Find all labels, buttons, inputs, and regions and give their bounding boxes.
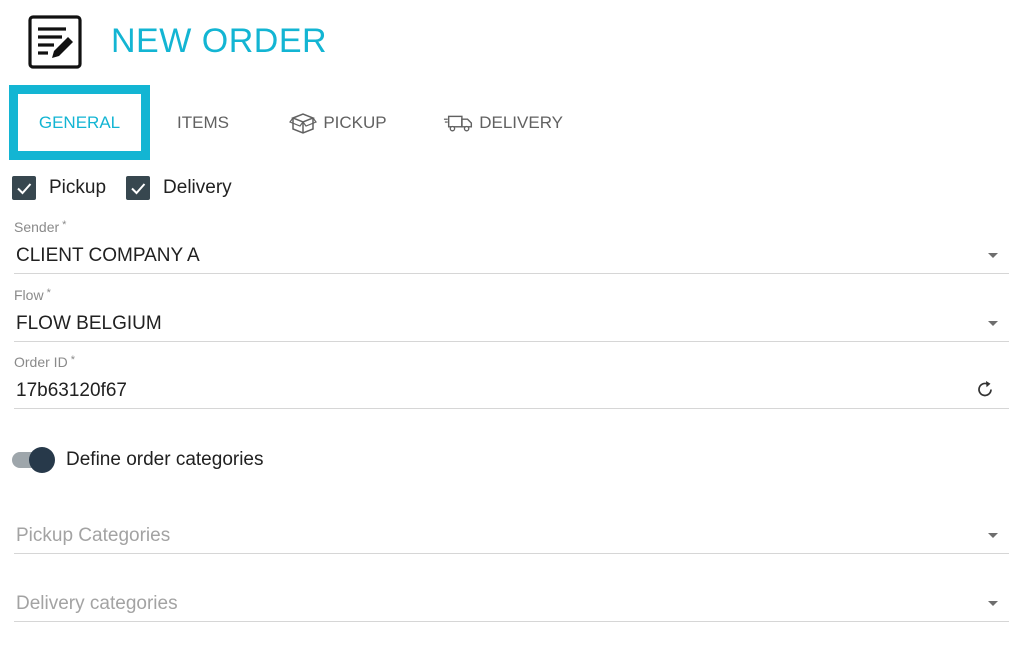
pickup-checkbox-label: Pickup: [49, 177, 107, 198]
sender-label-text: Sender: [14, 219, 60, 235]
tab-delivery[interactable]: DELIVERY: [443, 85, 563, 160]
tab-delivery-label: DELIVERY: [479, 112, 563, 132]
tab-items-label: ITEMS: [177, 112, 229, 132]
checkmark-icon: [17, 183, 32, 195]
refresh-icon[interactable]: [975, 379, 995, 399]
checkmark-icon: [131, 183, 146, 195]
flow-label: Flow *: [14, 287, 51, 303]
sender-select[interactable]: Sender * CLIENT COMPANY A: [14, 217, 1009, 274]
delivery-categories-select[interactable]: Delivery categories: [14, 588, 1009, 622]
flow-value: FLOW BELGIUM: [16, 313, 162, 334]
order-id-label: Order ID *: [14, 354, 75, 370]
order-id-value: 17b63120f67: [16, 380, 127, 401]
required-marker: *: [46, 287, 51, 299]
tab-items[interactable]: ITEMS: [167, 85, 239, 160]
pickup-checkbox[interactable]: [12, 176, 36, 200]
tab-general[interactable]: GENERAL: [9, 85, 150, 160]
required-marker: *: [62, 219, 67, 231]
required-marker: *: [70, 354, 75, 366]
shipment-type-checkboxes: Pickup Delivery: [12, 176, 252, 200]
box-icon: [289, 112, 318, 134]
flow-select[interactable]: Flow * FLOW BELGIUM: [14, 285, 1009, 342]
delivery-checkbox-group[interactable]: Delivery: [126, 176, 232, 200]
tab-bar: GENERAL ITEMS PICKUP DELIVERY: [9, 85, 609, 160]
delivery-checkbox-label: Delivery: [163, 177, 232, 198]
truck-icon: [443, 115, 473, 131]
dropdown-arrow-icon[interactable]: [988, 321, 998, 326]
toggle-thumb[interactable]: [29, 447, 55, 473]
dropdown-arrow-icon[interactable]: [988, 533, 998, 538]
edit-document-icon: [28, 15, 82, 69]
pickup-categories-placeholder: Pickup Categories: [16, 525, 171, 546]
define-categories-toggle[interactable]: Define order categories: [12, 447, 264, 473]
order-id-field[interactable]: Order ID * 17b63120f67: [14, 352, 1009, 409]
pickup-categories-select[interactable]: Pickup Categories: [14, 520, 1009, 554]
toggle-track[interactable]: [12, 447, 55, 473]
tab-pickup[interactable]: PICKUP: [288, 85, 388, 160]
flow-label-text: Flow: [14, 287, 44, 303]
delivery-checkbox[interactable]: [126, 176, 151, 200]
dropdown-arrow-icon[interactable]: [988, 601, 998, 606]
page-title: NEW ORDER: [111, 22, 328, 60]
tab-general-label: GENERAL: [38, 112, 121, 132]
sender-value: CLIENT COMPANY A: [16, 245, 200, 266]
delivery-categories-placeholder: Delivery categories: [16, 593, 178, 614]
sender-label: Sender *: [14, 219, 66, 235]
dropdown-arrow-icon[interactable]: [988, 253, 998, 258]
tab-pickup-label: PICKUP: [323, 112, 387, 132]
toggle-label: Define order categories: [66, 449, 264, 470]
order-id-label-text: Order ID: [14, 354, 68, 370]
pickup-checkbox-group[interactable]: Pickup: [12, 176, 106, 200]
header: [28, 14, 82, 70]
